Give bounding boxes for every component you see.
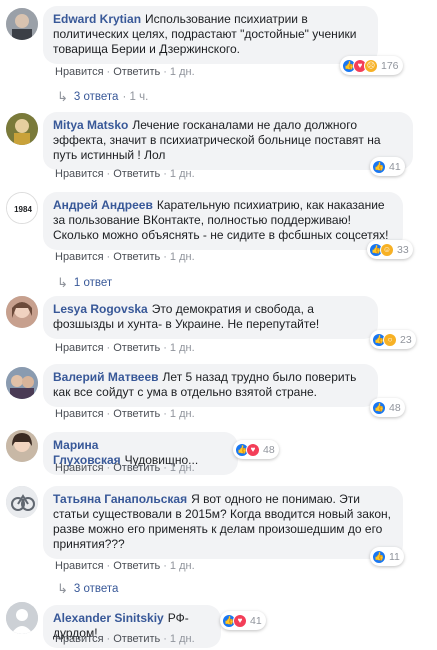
reactions-summary[interactable]: 👍 ♥ 48 [233, 440, 279, 459]
avatar[interactable] [6, 113, 38, 145]
comment-author[interactable]: Валерий Матвеев [53, 370, 159, 384]
reaction-count: 33 [397, 243, 409, 256]
comment-actions: Нравится · Ответить · 1 дн. [55, 168, 195, 180]
comment-time[interactable]: 1 дн. [170, 560, 195, 572]
reaction-count: 41 [250, 614, 262, 627]
replies-count[interactable]: 3 ответа [74, 91, 119, 103]
like-link[interactable]: Нравится [55, 560, 104, 572]
reply-link[interactable]: Ответить [113, 633, 160, 645]
comment-bubble: Lesya Rogovska Это демократия и свобода, … [43, 296, 378, 339]
reaction-count: 23 [400, 333, 412, 346]
reply-link[interactable]: Ответить [113, 66, 160, 78]
avatar[interactable] [6, 296, 38, 328]
avatar[interactable] [6, 8, 38, 40]
comment-bubble: Татьяна Ганапольская Я вот одного не пони… [43, 486, 403, 559]
view-replies-link[interactable]: ↳ 1 ответ [57, 275, 112, 291]
comment-author[interactable]: Андрей Андреев [53, 198, 153, 212]
reactions-summary[interactable]: 👍 ☺ 33 [367, 240, 413, 259]
reactions-summary[interactable]: 👍 ♥ 41 [220, 611, 266, 630]
like-link[interactable]: Нравится [55, 408, 104, 420]
avatar[interactable] [6, 602, 38, 634]
comment-actions: Нравится · Ответить · 1 дн. [55, 251, 195, 263]
comment-time[interactable]: 1 дн. [170, 462, 195, 474]
like-link[interactable]: Нравится [55, 462, 104, 474]
reaction-count: 48 [263, 443, 275, 456]
comment-time[interactable]: 1 дн. [170, 251, 195, 263]
reply-link[interactable]: Ответить [113, 408, 160, 420]
comment-time[interactable]: 1 дн. [170, 633, 195, 645]
replies-time: 1 ч. [129, 91, 149, 103]
reactions-summary[interactable]: 👍 41 [370, 157, 405, 176]
avatar-text: 1984 [14, 205, 32, 214]
reaction-count: 11 [389, 550, 400, 563]
comment-actions: Нравится · Ответить · 1 дн. [55, 462, 195, 474]
view-replies-link[interactable]: ↳ 3 ответа · 1 ч. [57, 89, 148, 105]
love-icon: ♥ [246, 442, 260, 457]
like-link[interactable]: Нравится [55, 168, 104, 180]
comment-actions: Нравится · Ответить · 1 дн. [55, 560, 195, 572]
like-link[interactable]: Нравится [55, 633, 104, 645]
comment-time[interactable]: 1 дн. [170, 408, 195, 420]
wow-icon: ○ [383, 332, 397, 347]
reactions-summary[interactable]: 👍 ♥ ☹ 176 [340, 56, 403, 75]
reactions-summary[interactable]: 👍 48 [370, 398, 405, 417]
avatar[interactable] [6, 486, 38, 518]
reactions-summary[interactable]: 👍 11 [370, 547, 404, 566]
reply-arrow-icon: ↳ [57, 89, 68, 104]
reply-link[interactable]: Ответить [113, 342, 160, 354]
like-link[interactable]: Нравится [55, 66, 104, 78]
comment-bubble: Mitya Matsko Лечение госканалами не дало … [43, 112, 413, 170]
comment-actions: Нравится · Ответить · 1 дн. [55, 66, 195, 78]
comment-author[interactable]: Edward Krytian [53, 12, 141, 26]
comment-author[interactable]: Lesya Rogovska [53, 302, 148, 316]
comment-author[interactable]: Татьяна Ганапольская [53, 492, 187, 506]
reply-arrow-icon: ↳ [57, 275, 68, 290]
comment-time[interactable]: 1 дн. [170, 168, 195, 180]
comment-bubble: Валерий Матвеев Лет 5 назад трудно было п… [43, 364, 378, 407]
comment-actions: Нравится · Ответить · 1 дн. [55, 408, 195, 420]
reply-arrow-icon: ↳ [57, 581, 68, 596]
comment-bubble: Андрей Андреев Карательную психиатрию, ка… [43, 192, 403, 250]
reply-link[interactable]: Ответить [113, 168, 160, 180]
love-icon: ♥ [233, 613, 247, 628]
comment-author[interactable]: Alexander Sinitskiy [53, 611, 164, 625]
comment-time[interactable]: 1 дн. [170, 342, 195, 354]
comment-time[interactable]: 1 дн. [170, 66, 195, 78]
replies-count[interactable]: 1 ответ [74, 277, 112, 289]
reaction-count: 176 [381, 59, 399, 72]
comment-bubble: Edward Krytian Использование психиатрии в… [43, 6, 378, 64]
avatar[interactable]: 1984 [6, 192, 38, 224]
sad-icon: ☹ [364, 58, 378, 73]
comment-actions: Нравится · Ответить · 1 дн. [55, 633, 195, 645]
comment-actions: Нравится · Ответить · 1 дн. [55, 342, 195, 354]
avatar[interactable] [6, 367, 38, 399]
reaction-count: 48 [389, 401, 401, 414]
reply-link[interactable]: Ответить [113, 560, 160, 572]
like-icon: 👍 [372, 159, 386, 174]
reactions-summary[interactable]: 👍 ○ 23 [370, 330, 416, 349]
haha-icon: ☺ [380, 242, 394, 257]
like-link[interactable]: Нравится [55, 251, 104, 263]
like-icon: 👍 [372, 549, 386, 564]
replies-count[interactable]: 3 ответа [74, 583, 119, 595]
reply-link[interactable]: Ответить [113, 462, 160, 474]
avatar[interactable] [6, 430, 38, 462]
reaction-count: 41 [389, 160, 401, 173]
comment-author[interactable]: Mitya Matsko [53, 118, 128, 132]
reply-link[interactable]: Ответить [113, 251, 160, 263]
view-replies-link[interactable]: ↳ 3 ответа [57, 581, 118, 597]
like-icon: 👍 [372, 400, 386, 415]
like-link[interactable]: Нравится [55, 342, 104, 354]
